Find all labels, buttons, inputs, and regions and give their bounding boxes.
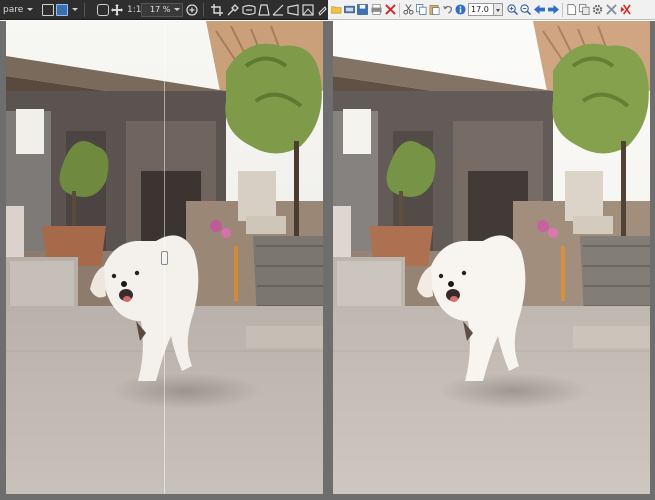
photo-dog-patio	[333, 21, 650, 494]
perspective-icon[interactable]	[258, 4, 270, 16]
zoom-in-icon[interactable]	[507, 4, 518, 15]
zoom-1to1-button[interactable]: 1:1	[127, 0, 141, 20]
zoom-level-value: 17 %	[150, 5, 171, 14]
single-view-icon[interactable]	[42, 4, 54, 16]
right-image-pane[interactable]	[333, 21, 650, 494]
zoom-level-value: 17.0	[471, 5, 489, 14]
film-strip-icon[interactable]	[344, 4, 355, 15]
left-image-pane[interactable]	[6, 21, 323, 494]
next-arrow-icon[interactable]	[548, 4, 559, 15]
zoom-in-icon[interactable]	[186, 4, 198, 16]
exit-icon[interactable]	[620, 4, 631, 15]
zoom-level-field[interactable]: 17.0	[468, 3, 494, 16]
zoom-dropdown-icon[interactable]	[174, 8, 180, 11]
zoom-dropdown-icon[interactable]	[494, 3, 503, 16]
toolbar-separator	[562, 3, 563, 17]
shape-icon[interactable]	[302, 4, 314, 16]
tools-icon[interactable]	[606, 4, 617, 15]
paste-icon[interactable]	[429, 4, 440, 15]
rotate-icon[interactable]	[317, 4, 327, 16]
zoom-out-icon[interactable]	[520, 4, 531, 15]
copy-to-icon[interactable]	[579, 4, 590, 15]
toolbar-separator	[84, 3, 85, 17]
undo-icon[interactable]	[442, 4, 453, 15]
bottom-gutter	[0, 494, 655, 500]
pane-divider[interactable]	[323, 21, 333, 500]
split-slider-handle[interactable]	[161, 251, 168, 265]
crop-frame-icon[interactable]	[97, 4, 109, 16]
image-comparison-window: pare 1:1 17 % 17.0	[0, 0, 655, 500]
delete-icon[interactable]	[385, 4, 396, 15]
split-view-icon[interactable]	[56, 4, 68, 16]
right-toolbar: 17.0	[328, 0, 655, 20]
copy-icon[interactable]	[416, 4, 427, 15]
view-mode-dropdown-icon[interactable]	[72, 8, 78, 11]
info-icon[interactable]	[455, 4, 466, 15]
save-icon[interactable]	[357, 4, 368, 15]
left-toolbar: pare 1:1 17 %	[0, 0, 328, 20]
lens-correction-icon[interactable]	[242, 4, 256, 16]
crop-icon[interactable]	[211, 4, 223, 16]
straighten-icon[interactable]	[272, 4, 284, 16]
settings-icon[interactable]	[592, 4, 603, 15]
compare-mode-dropdown-icon[interactable]	[27, 8, 33, 11]
toolbar-separator	[203, 3, 204, 17]
move-icon[interactable]	[111, 4, 123, 16]
transform-icon[interactable]	[287, 4, 299, 16]
page-icon[interactable]	[566, 4, 577, 15]
print-icon[interactable]	[371, 4, 382, 15]
eyedropper-icon[interactable]	[227, 4, 239, 16]
prev-arrow-icon[interactable]	[534, 4, 545, 15]
toolbar-separator	[399, 3, 400, 17]
open-folder-icon[interactable]	[331, 4, 342, 15]
compare-mode-label[interactable]: pare	[3, 0, 23, 20]
right-gutter	[650, 21, 655, 500]
cut-icon[interactable]	[403, 4, 414, 15]
